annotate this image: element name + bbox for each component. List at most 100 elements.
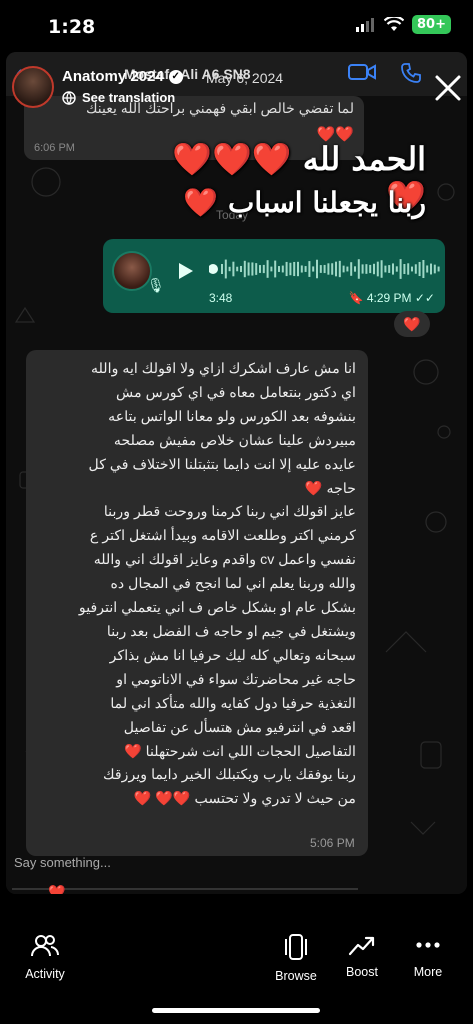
home-indicator <box>152 1008 320 1013</box>
message-time: 5:06 PM <box>310 836 355 850</box>
waveform-bar <box>430 263 432 275</box>
waveform-bar <box>426 265 429 273</box>
waveform-bar <box>346 266 349 272</box>
waveform-bar <box>319 265 322 273</box>
people-icon <box>31 935 60 957</box>
waveform-bar <box>369 264 372 274</box>
waveform-bar <box>300 265 303 273</box>
trend-up-icon <box>348 936 375 956</box>
waveform-bar <box>392 263 394 275</box>
waveform-bar <box>403 263 406 275</box>
message-text-lines: انا مش عارف اشكرك ازاي ولا اقولك ايه وال… <box>36 358 356 812</box>
waveform-bar <box>278 266 280 272</box>
message-line: ويشتغل في جيم او حاجه ف الفضل بعد ربنا <box>106 623 356 640</box>
message-line: والله وربنا يعلم اني لما انجح في المجال … <box>110 576 356 593</box>
waveform-bar <box>293 261 296 277</box>
tab-activity[interactable]: Activity <box>15 934 75 981</box>
waveform-bar <box>350 262 353 276</box>
message-line: عايز اقولك اني ربنا كرمنا وروحت قطر وربن… <box>103 504 356 521</box>
waveform-bar <box>259 265 261 273</box>
waveform-bar <box>243 260 246 278</box>
waveform-bar <box>354 266 356 272</box>
reply-input[interactable]: Say something... <box>14 855 111 870</box>
waveform-bar <box>395 266 398 272</box>
waveform-bar <box>335 261 337 277</box>
message-line: التغذية حرفيا دول كفايه والله متأكد اني … <box>110 695 356 712</box>
waveform-bar <box>411 266 413 272</box>
close-icon[interactable] <box>434 74 462 102</box>
waveform-bar <box>281 265 284 273</box>
message-line: نفسي واعمل cv واقدم وعايز اقولك اني والل… <box>93 552 356 569</box>
waveform-bar <box>422 259 425 279</box>
waveform-bar <box>376 261 379 277</box>
tab-more[interactable]: More <box>398 934 458 979</box>
tab-activity-label: Activity <box>25 967 65 981</box>
voice-message: 🎙 3:48 🔖 4:29 PM ✓✓ <box>103 239 445 313</box>
see-translation-link[interactable]: See translation <box>62 90 175 105</box>
waveform-bar <box>388 265 391 273</box>
waveform-bar <box>285 261 288 277</box>
waveform-bar <box>221 264 223 274</box>
account-name: Anatomy 2024 <box>62 68 164 85</box>
waveform <box>209 259 440 279</box>
heart-reaction-icon[interactable]: ❤️ <box>48 884 65 894</box>
voice-time-text: 4:29 PM <box>366 291 412 305</box>
waveform-bar <box>232 261 235 277</box>
waveform-bar <box>224 259 227 279</box>
see-translation-label: See translation <box>82 90 176 105</box>
account-name-row[interactable]: Anatomy 2024 ✓ <box>62 68 183 85</box>
message-line: عايده عليه إلا انت دايما بتثبتلنا الاختل… <box>88 456 356 473</box>
account-avatar[interactable] <box>12 66 54 108</box>
waveform-bar <box>262 264 265 274</box>
waveform-bar <box>365 264 368 274</box>
waveform-bar <box>270 266 273 272</box>
voice-time: 🔖 4:29 PM ✓✓ <box>348 291 435 305</box>
tab-browse[interactable]: Browse <box>266 934 326 983</box>
waveform-bar <box>373 263 375 275</box>
status-icons: 80+ <box>356 15 451 34</box>
tab-boost[interactable]: Boost <box>332 934 392 979</box>
status-bar: 1:28 80+ <box>0 0 473 52</box>
voice-sender-avatar <box>112 251 152 291</box>
status-time: 1:28 <box>48 16 96 38</box>
tab-more-label: More <box>413 965 443 979</box>
waveform-bar <box>266 260 269 278</box>
ellipsis-icon <box>416 942 440 948</box>
phone-frame-icon <box>285 934 307 960</box>
waveform-bar <box>327 263 330 275</box>
waveform-bar <box>297 261 299 277</box>
waveform-bar <box>312 266 315 272</box>
globe-icon <box>62 90 76 105</box>
message-line: اقعد في انترفيو مش هتسأل عن تفاصيل <box>123 719 356 736</box>
message-line: حاجه غير محاضرتك سواء في الاناتومي او <box>116 671 356 688</box>
waveform-bar <box>338 260 341 278</box>
message-line: كرمني اكتر وطلعت الاقامه وبيدأ اشتغل اكت… <box>89 528 356 545</box>
message-line: ربنا يوفقك يارب ويكتبلك الخير دايما ويرز… <box>102 767 356 784</box>
message-line: التفاصيل الحجات اللي انت شرحتهلنا ❤️ <box>124 743 356 760</box>
waveform-bar <box>357 259 360 279</box>
waveform-bar <box>323 264 326 274</box>
waveform-bar <box>255 263 258 275</box>
message-line: بنشوفه بعد الكورس ولو معانا الواتس بتاعه <box>108 408 356 425</box>
waveform-bar <box>361 264 364 274</box>
waveform-bar <box>418 261 421 277</box>
battery-indicator: 80+ <box>412 15 451 34</box>
reaction-badge: ❤️ <box>394 311 430 337</box>
message-line: انا مش عارف اشكرك ازاي ولا اقولك ايه وال… <box>91 361 356 377</box>
waveform-bar <box>251 262 254 276</box>
wifi-icon <box>384 17 405 31</box>
waveform-bar <box>316 259 318 279</box>
waveform-bar <box>274 260 277 278</box>
message-line: حاجه ❤️ <box>304 480 356 497</box>
verified-icon: ✓ <box>168 69 183 84</box>
message-bubble-long: انا مش عارف اشكرك ازاي ولا اقولك ايه وال… <box>26 350 368 856</box>
whatsapp-screenshot: ‹ Mostafa Ali A6 SN8 لما تفضي خالص ابقي … <box>6 52 467 894</box>
tab-browse-label: Browse <box>275 969 317 983</box>
waveform-bar <box>380 260 383 278</box>
story-viewer[interactable]: ‹ Mostafa Ali A6 SN8 لما تفضي خالص ابقي … <box>6 52 467 894</box>
waveform-bar <box>228 266 231 272</box>
play-icon <box>179 263 193 279</box>
waveform-bar <box>342 265 345 273</box>
waveform-bar <box>331 263 334 275</box>
message-line: من حيث لا تدري ولا تحتسب ❤️❤️ ❤️ <box>133 791 356 808</box>
